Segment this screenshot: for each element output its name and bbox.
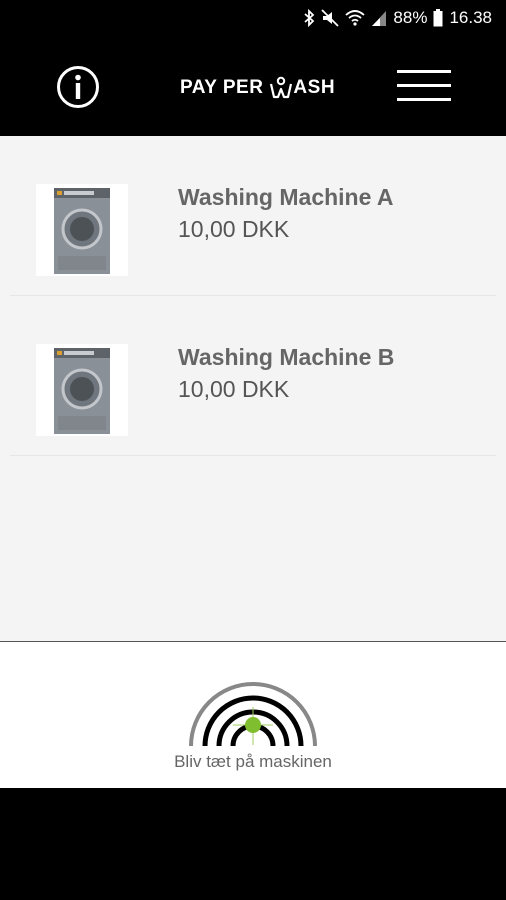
menu-bar (397, 84, 451, 87)
machine-list: Washing Machine A 10,00 DKK Washing Mach… (0, 136, 506, 641)
washing-machine-image (36, 184, 128, 276)
bottom-bar (0, 788, 506, 900)
info-icon (57, 66, 99, 108)
wash-logo-icon (270, 76, 293, 99)
clock: 16.38 (449, 8, 492, 27)
info-button[interactable] (56, 65, 100, 109)
proximity-label: Bliv tæt på maskinen (174, 752, 332, 771)
status-icons: 88% 16.38 (303, 8, 492, 28)
logo-suffix: ASH (293, 77, 336, 98)
signal-icon (372, 11, 387, 26)
machine-row-b[interactable]: Washing Machine B 10,00 DKK (10, 296, 496, 456)
machine-name: Washing Machine A (178, 184, 394, 210)
app-header: PAY PER ASH (0, 38, 506, 136)
battery-icon (433, 9, 443, 27)
logo-text: PAY PER (180, 77, 264, 98)
battery-percent: 88% (393, 8, 428, 27)
proximity-footer: Bliv tæt på maskinen (0, 641, 506, 788)
menu-button[interactable] (397, 70, 451, 102)
status-bar: 88% 16.38 (0, 0, 506, 38)
wifi-icon (345, 10, 366, 26)
machine-price: 10,00 DKK (178, 216, 290, 242)
menu-bar (397, 70, 451, 73)
machine-row-a[interactable]: Washing Machine A 10,00 DKK (10, 136, 496, 296)
machine-name: Washing Machine B (178, 344, 395, 370)
mute-icon (321, 9, 340, 27)
proximity-signal-icon (189, 682, 317, 746)
machine-price: 10,00 DKK (178, 376, 290, 402)
washing-machine-image (36, 344, 128, 436)
app-logo: PAY PER ASH (180, 76, 335, 100)
menu-bar (397, 98, 451, 101)
bluetooth-icon (304, 9, 315, 27)
